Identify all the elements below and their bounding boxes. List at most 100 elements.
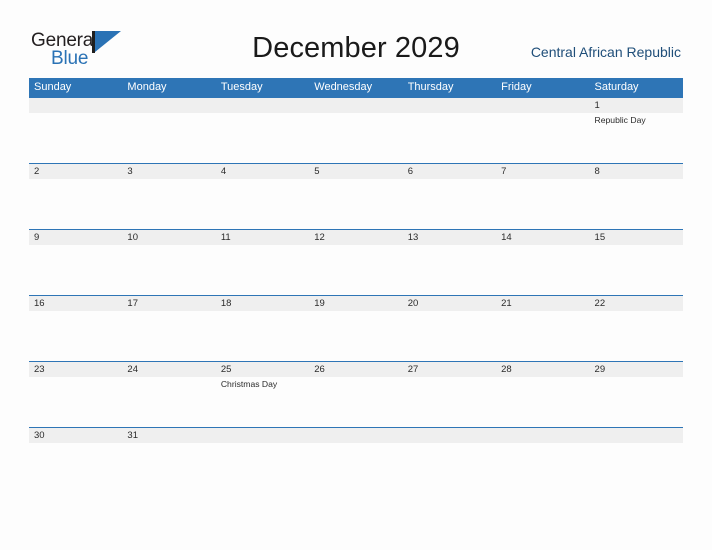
day-number[interactable]: 19: [309, 296, 402, 311]
day-number[interactable]: 6: [403, 164, 496, 179]
day-number[interactable]: [403, 98, 496, 113]
day-cell[interactable]: [309, 311, 402, 361]
day-cell[interactable]: [122, 377, 215, 427]
day-cell[interactable]: [309, 377, 402, 427]
week-event-band: Christmas Day: [29, 377, 683, 427]
day-cell[interactable]: [403, 113, 496, 163]
day-cell[interactable]: [122, 245, 215, 295]
day-number[interactable]: 31: [122, 428, 215, 443]
day-number[interactable]: [216, 98, 309, 113]
day-number[interactable]: 22: [590, 296, 683, 311]
day-cell[interactable]: [122, 179, 215, 229]
day-number[interactable]: 10: [122, 230, 215, 245]
day-number[interactable]: [403, 428, 496, 443]
day-number[interactable]: 8: [590, 164, 683, 179]
day-number[interactable]: 15: [590, 230, 683, 245]
day-cell[interactable]: [590, 377, 683, 427]
day-cell[interactable]: [403, 245, 496, 295]
day-cell[interactable]: [496, 311, 589, 361]
day-event-label: Christmas Day: [220, 379, 278, 389]
day-number[interactable]: [309, 428, 402, 443]
day-cell[interactable]: [29, 245, 122, 295]
day-number[interactable]: 20: [403, 296, 496, 311]
day-number[interactable]: 24: [122, 362, 215, 377]
day-number[interactable]: [496, 98, 589, 113]
week-daynumber-band: 1: [29, 98, 683, 113]
day-number[interactable]: 12: [309, 230, 402, 245]
weekday-saturday: Saturday: [594, 81, 639, 93]
day-cell[interactable]: [496, 179, 589, 229]
day-number[interactable]: 25: [216, 362, 309, 377]
day-number[interactable]: 16: [29, 296, 122, 311]
day-cell[interactable]: [590, 245, 683, 295]
weekday-wednesday: Wednesday: [314, 81, 373, 93]
calendar-week-row: 23 24 25 26 27 28 29 Christmas Day: [29, 361, 683, 427]
day-number[interactable]: 29: [590, 362, 683, 377]
day-cell[interactable]: [122, 311, 215, 361]
calendar-week-row: 9 10 11 12 13 14 15: [29, 229, 683, 295]
day-cell[interactable]: [29, 377, 122, 427]
day-cell[interactable]: [216, 179, 309, 229]
day-cell[interactable]: [496, 443, 589, 445]
day-number[interactable]: 9: [29, 230, 122, 245]
day-cell[interactable]: [29, 443, 122, 445]
week-daynumber-band: 2 3 4 5 6 7 8: [29, 164, 683, 179]
day-cell[interactable]: [403, 179, 496, 229]
day-cell[interactable]: [122, 113, 215, 163]
day-cell[interactable]: [590, 179, 683, 229]
day-number[interactable]: 21: [496, 296, 589, 311]
day-cell[interactable]: [122, 443, 215, 445]
calendar-week-row: 1 Republic Day: [29, 97, 683, 163]
week-event-band: [29, 245, 683, 295]
day-cell[interactable]: Republic Day: [590, 113, 683, 163]
day-number[interactable]: 26: [309, 362, 402, 377]
day-cell[interactable]: [309, 113, 402, 163]
day-number[interactable]: 4: [216, 164, 309, 179]
day-number[interactable]: 2: [29, 164, 122, 179]
day-number[interactable]: [216, 428, 309, 443]
day-cell[interactable]: [309, 245, 402, 295]
day-number[interactable]: [29, 98, 122, 113]
day-cell[interactable]: [590, 443, 683, 445]
day-number[interactable]: 30: [29, 428, 122, 443]
day-number[interactable]: 1: [590, 98, 683, 113]
day-cell[interactable]: [29, 311, 122, 361]
day-number[interactable]: [309, 98, 402, 113]
week-event-band: [29, 179, 683, 229]
day-cell[interactable]: [29, 113, 122, 163]
day-cell[interactable]: [216, 311, 309, 361]
day-number[interactable]: 27: [403, 362, 496, 377]
day-number[interactable]: 3: [122, 164, 215, 179]
day-number[interactable]: 5: [309, 164, 402, 179]
day-cell[interactable]: [216, 443, 309, 445]
week-event-band: [29, 311, 683, 361]
day-cell[interactable]: [496, 377, 589, 427]
day-cell[interactable]: [496, 113, 589, 163]
day-cell[interactable]: [403, 443, 496, 445]
day-number[interactable]: 17: [122, 296, 215, 311]
day-number[interactable]: [122, 98, 215, 113]
calendar-week-row: 30 31: [29, 427, 683, 443]
day-cell[interactable]: Christmas Day: [216, 377, 309, 427]
day-number[interactable]: 11: [216, 230, 309, 245]
day-cell[interactable]: [216, 245, 309, 295]
day-number[interactable]: [590, 428, 683, 443]
day-number[interactable]: 7: [496, 164, 589, 179]
weekday-tuesday: Tuesday: [220, 81, 263, 93]
day-number[interactable]: [496, 428, 589, 443]
day-number[interactable]: 14: [496, 230, 589, 245]
day-cell[interactable]: [403, 311, 496, 361]
day-number[interactable]: 13: [403, 230, 496, 245]
day-number[interactable]: 23: [29, 362, 122, 377]
day-number[interactable]: 28: [496, 362, 589, 377]
day-cell[interactable]: [590, 311, 683, 361]
day-cell[interactable]: [309, 179, 402, 229]
day-event-label: Republic Day: [594, 115, 646, 125]
day-cell[interactable]: [216, 113, 309, 163]
day-cell[interactable]: [496, 245, 589, 295]
day-cell[interactable]: [309, 443, 402, 445]
day-cell[interactable]: [29, 179, 122, 229]
weekday-header-row: Sunday Monday Tuesday Wednesday Thursday…: [29, 78, 683, 97]
day-number[interactable]: 18: [216, 296, 309, 311]
day-cell[interactable]: [403, 377, 496, 427]
